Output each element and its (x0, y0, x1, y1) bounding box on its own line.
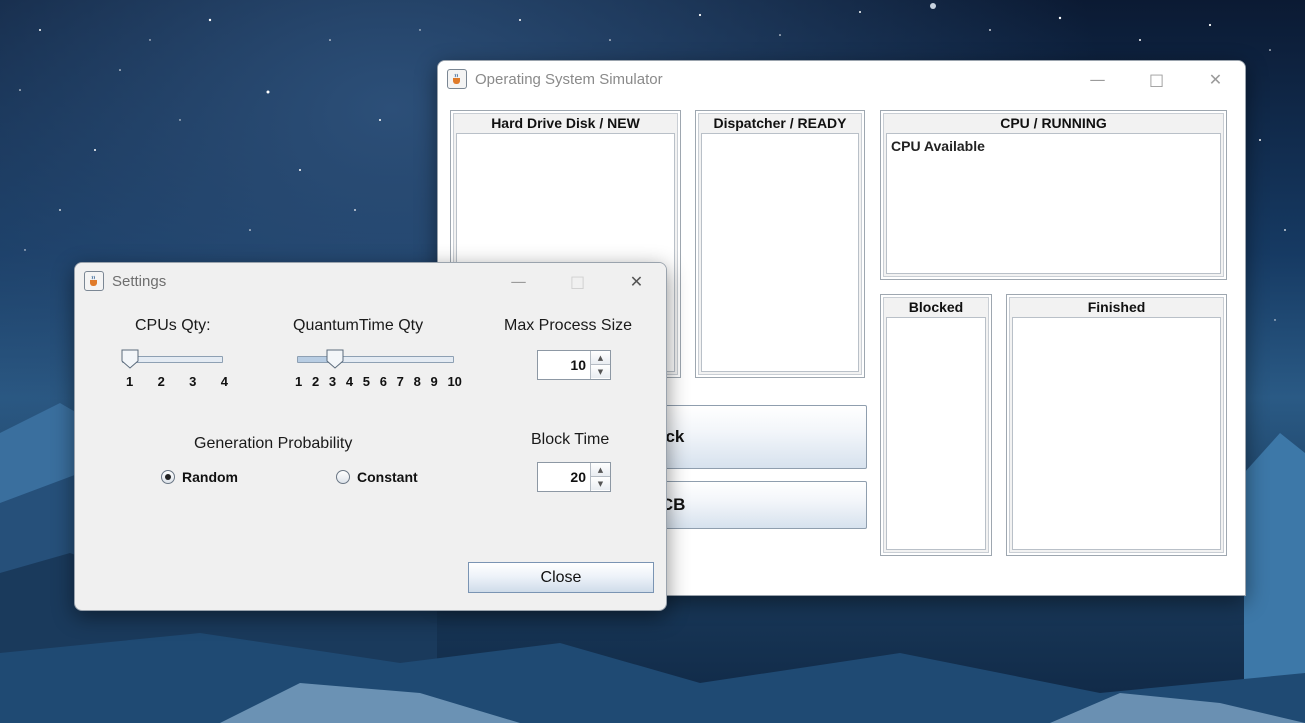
cpus-tick: 4 (220, 374, 228, 389)
settings-dialog: Settings — □ ✕ CPUs Qty: 1 2 3 4 Quantum… (74, 262, 667, 611)
quantum-slider-thumb[interactable] (326, 349, 344, 369)
quantum-tick: 8 (413, 374, 421, 389)
block-time-spinner[interactable]: 20 ▲ ▼ (537, 462, 611, 492)
ready-queue-list[interactable] (701, 133, 859, 372)
quantum-tick: 9 (430, 374, 438, 389)
quantum-tick: 6 (379, 374, 387, 389)
spinner-down-icon[interactable]: ▼ (591, 477, 610, 490)
quantum-tick: 5 (362, 374, 370, 389)
close-button[interactable]: Close (468, 562, 654, 593)
list-item[interactable]: CPU Available (887, 134, 1220, 158)
settings-title: Settings (112, 272, 167, 290)
java-cup-icon (447, 69, 467, 89)
minimize-icon[interactable]: — (1068, 61, 1127, 97)
random-radio-label: Random (182, 469, 238, 485)
max-process-size-value[interactable]: 10 (538, 351, 590, 379)
ready-queue-title: Dispatcher / READY (713, 115, 847, 131)
quantum-tick: 7 (396, 374, 404, 389)
constant-radio[interactable]: Constant (336, 469, 418, 485)
cpus-tick: 2 (157, 374, 165, 389)
finished-list[interactable] (1012, 317, 1221, 550)
main-titlebar[interactable]: Operating System Simulator — □ ✕ (438, 61, 1245, 97)
java-cup-icon (84, 271, 104, 291)
maximize-icon: □ (569, 271, 586, 291)
close-icon[interactable]: ✕ (607, 263, 666, 299)
radio-selected-icon[interactable] (161, 470, 175, 484)
quantum-tick: 3 (328, 374, 337, 389)
quantum-tick: 4 (345, 374, 354, 389)
quantum-slider-ticks: 1 2 3 4 5 6 7 8 9 10 (295, 374, 462, 389)
spinner-down-icon[interactable]: ▼ (591, 365, 610, 378)
generation-probability-label: Generation Probability (194, 435, 353, 452)
finished-title: Finished (1087, 299, 1146, 315)
blocked-panel: Blocked (880, 294, 992, 556)
cpus-tick: 3 (189, 374, 197, 389)
cpus-tick: 1 (126, 374, 134, 389)
running-panel: CPU / RUNNING CPU Available (880, 110, 1227, 280)
random-radio[interactable]: Random (161, 469, 238, 485)
main-window-title: Operating System Simulator (475, 70, 663, 88)
quantum-label: QuantumTime Qty (293, 317, 424, 334)
settings-titlebar[interactable]: Settings — □ ✕ (75, 263, 666, 299)
running-title: CPU / RUNNING (1000, 115, 1107, 131)
block-time-value[interactable]: 20 (538, 463, 590, 491)
quantum-tick: 2 (311, 374, 320, 389)
quantum-tick: 10 (447, 374, 462, 389)
max-process-size-label: Max Process Size (504, 317, 633, 334)
ready-queue-panel: Dispatcher / READY (695, 110, 865, 378)
cpus-slider-ticks: 1 2 3 4 (126, 374, 228, 389)
quantum-tick: 1 (295, 374, 303, 389)
running-list[interactable]: CPU Available (886, 133, 1221, 274)
minimize-icon[interactable]: — (489, 263, 548, 299)
max-process-size-spinner[interactable]: 10 ▲ ▼ (537, 350, 611, 380)
blocked-title: Blocked (908, 299, 964, 315)
blocked-list[interactable] (886, 317, 986, 550)
radio-unselected-icon[interactable] (336, 470, 350, 484)
finished-panel: Finished (1006, 294, 1227, 556)
spinner-up-icon[interactable]: ▲ (591, 463, 610, 477)
constant-radio-label: Constant (357, 469, 418, 485)
cpus-slider-thumb[interactable] (121, 349, 139, 369)
close-icon[interactable]: ✕ (1186, 61, 1245, 97)
maximize-icon[interactable]: □ (1127, 61, 1186, 97)
spinner-up-icon[interactable]: ▲ (591, 351, 610, 365)
new-queue-title: Hard Drive Disk / NEW (491, 115, 640, 131)
cpus-label: CPUs Qty: (135, 317, 211, 334)
block-time-label: Block Time (531, 431, 610, 448)
